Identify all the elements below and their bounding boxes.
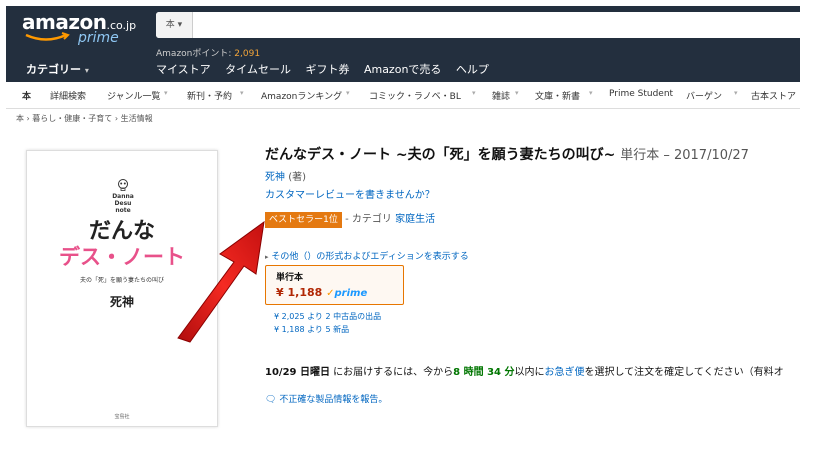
amazon-logo[interactable]: amazon.co.jp prime <box>22 10 136 46</box>
prime-badge: ✓prime <box>326 288 367 299</box>
bestseller-category-link[interactable]: 家庭生活 <box>395 214 435 225</box>
chevron-down-icon: ▾ <box>734 89 738 97</box>
search-bar[interactable]: 本 ▾ <box>156 12 800 38</box>
subnav-item-magazines[interactable]: 雑誌 <box>492 89 510 102</box>
edition-label: 単行本 <box>276 273 304 283</box>
subnav-item-bunko[interactable]: 文庫・新書 <box>535 89 580 102</box>
bestseller-badge[interactable]: ベストセラー1位 <box>265 212 342 228</box>
subnav-item-prime-student[interactable]: Prime Student <box>609 89 673 99</box>
skull-icon <box>118 179 128 191</box>
express-delivery-link[interactable]: お急ぎ便 <box>544 367 584 378</box>
chevron-down-icon: ▾ <box>164 89 168 97</box>
delivery-text-2: 以内に <box>514 367 545 378</box>
chevron-down-icon: ▾ <box>177 20 183 30</box>
cover-publisher: 宝島社 <box>114 414 130 420</box>
bestseller-prefix: - カテゴリ <box>345 214 392 225</box>
write-review-link[interactable]: カスタマーレビューを書きませんか？ <box>265 186 435 201</box>
subnav-item-used-books[interactable]: 古本ストア <box>751 89 796 102</box>
nav-link-timesale[interactable]: タイムセール <box>225 63 291 76</box>
cover-logo-text: Danna Desu note <box>112 193 134 214</box>
header-nav: マイストア タイムセール ギフト券 Amazonで売る ヘルプ <box>156 61 500 77</box>
chevron-down-icon: ▾ <box>589 89 593 97</box>
other-editions-link[interactable]: ▸ その他（）の形式およびエディションを表示する <box>265 249 469 262</box>
red-arrow-annotation <box>177 220 265 343</box>
other-editions-text: その他（）の形式およびエディションを表示する <box>271 252 469 262</box>
page-edge <box>800 0 814 457</box>
nav-link-mystore[interactable]: マイストア <box>156 63 211 76</box>
store-subnav: 本 詳細検索 ジャンル一覧 ▾ 新刊・予約 ▾ Amazonランキング ▾ コミ… <box>6 82 800 109</box>
delivery-text-1: にお届けするには、今から <box>329 367 454 378</box>
site-header: amazon.co.jp prime 本 ▾ Amazonポイント: 2,091… <box>6 6 800 82</box>
chevron-down-icon: ▾ <box>515 89 519 97</box>
subnav-item-bargain[interactable]: バーゲン <box>686 89 722 102</box>
offer-listings: ¥ 2,025 より 2 中古品の出品 ¥ 1,188 より 5 新品 <box>274 310 381 336</box>
nav-link-giftcard[interactable]: ギフト券 <box>305 63 349 76</box>
subnav-item-new-releases[interactable]: 新刊・予約 <box>187 89 232 102</box>
delivery-countdown: 8 時間 34 分 <box>453 367 515 378</box>
report-incorrect-info[interactable]: 🗨 不正確な製品情報を報告。 <box>265 392 387 405</box>
new-offers-link[interactable]: ¥ 1,188 より 5 新品 <box>274 323 381 336</box>
subnav-item-comics[interactable]: コミック・ラノベ・BL <box>369 89 461 102</box>
logo-prime: prime <box>78 30 119 46</box>
amazon-points[interactable]: Amazonポイント: 2,091 <box>156 46 260 59</box>
delivery-text-3: を選択して注文を確定してください（有料オ <box>584 367 784 378</box>
delivery-date: 10/29 日曜日 <box>265 367 330 378</box>
categories-label: カテゴリー <box>26 63 81 76</box>
nav-link-help[interactable]: ヘルプ <box>456 63 489 76</box>
product-title-text: だんなデス・ノート ~夫の「死」を願う妻たちの叫び~ <box>265 147 616 163</box>
subnav-item-ranking[interactable]: Amazonランキング <box>261 89 342 102</box>
used-offers-link[interactable]: ¥ 2,025 より 2 中古品の出品 <box>274 310 381 323</box>
delivery-message: 10/29 日曜日 にお届けするには、今から8 時間 34 分以内にお急ぎ便を選… <box>265 363 784 378</box>
edition-price-value: ¥ 1,188 <box>276 286 323 299</box>
author-link[interactable]: 死神 <box>265 172 285 183</box>
author-role: (著) <box>288 172 306 183</box>
chevron-down-icon: ▾ <box>240 89 244 97</box>
subnav-item-books[interactable]: 本 <box>22 89 31 102</box>
chevron-down-icon: ▾ <box>84 66 89 75</box>
nav-link-sell[interactable]: Amazonで売る <box>364 63 441 76</box>
chevron-down-icon: ▾ <box>472 89 476 97</box>
prime-badge-label: prime <box>334 288 368 299</box>
points-label: Amazonポイント: <box>156 49 235 59</box>
edition-price: ¥ 1,188 ✓prime <box>276 286 367 299</box>
chevron-down-icon: ▾ <box>346 89 350 97</box>
cover-logo: Danna Desu note <box>111 179 135 214</box>
author-byline: 死神 (著) <box>265 168 306 183</box>
breadcrumb[interactable]: 本 › 暮らし・健康・子育て › 生活情報 <box>16 113 153 124</box>
prime-check-icon: ✓ <box>326 288 335 299</box>
amazon-product-page: amazon.co.jp prime 本 ▾ Amazonポイント: 2,091… <box>6 6 800 450</box>
bestseller-row: ベストセラー1位 - カテゴリ 家庭生活 <box>265 210 435 228</box>
edition-option-hardcover[interactable]: 単行本 ¥ 1,188 ✓prime <box>265 265 404 305</box>
comment-icon: 🗨 <box>265 395 277 405</box>
categories-menu-button[interactable]: カテゴリー ▾ <box>26 61 89 77</box>
subnav-item-advanced-search[interactable]: 詳細検索 <box>50 89 86 102</box>
search-category-label: 本 <box>165 20 175 30</box>
smile-arrow-icon <box>25 32 70 41</box>
search-category-dropdown[interactable]: 本 ▾ <box>156 12 193 38</box>
points-value: 2,091 <box>234 49 261 59</box>
product-format-date: 単行本 – 2017/10/27 <box>620 148 749 163</box>
report-link-text: 不正確な製品情報を報告。 <box>279 395 388 405</box>
product-title: だんなデス・ノート ~夫の「死」を願う妻たちの叫び~ 単行本 – 2017/10… <box>265 144 749 164</box>
subnav-item-genres[interactable]: ジャンル一覧 <box>107 89 161 102</box>
